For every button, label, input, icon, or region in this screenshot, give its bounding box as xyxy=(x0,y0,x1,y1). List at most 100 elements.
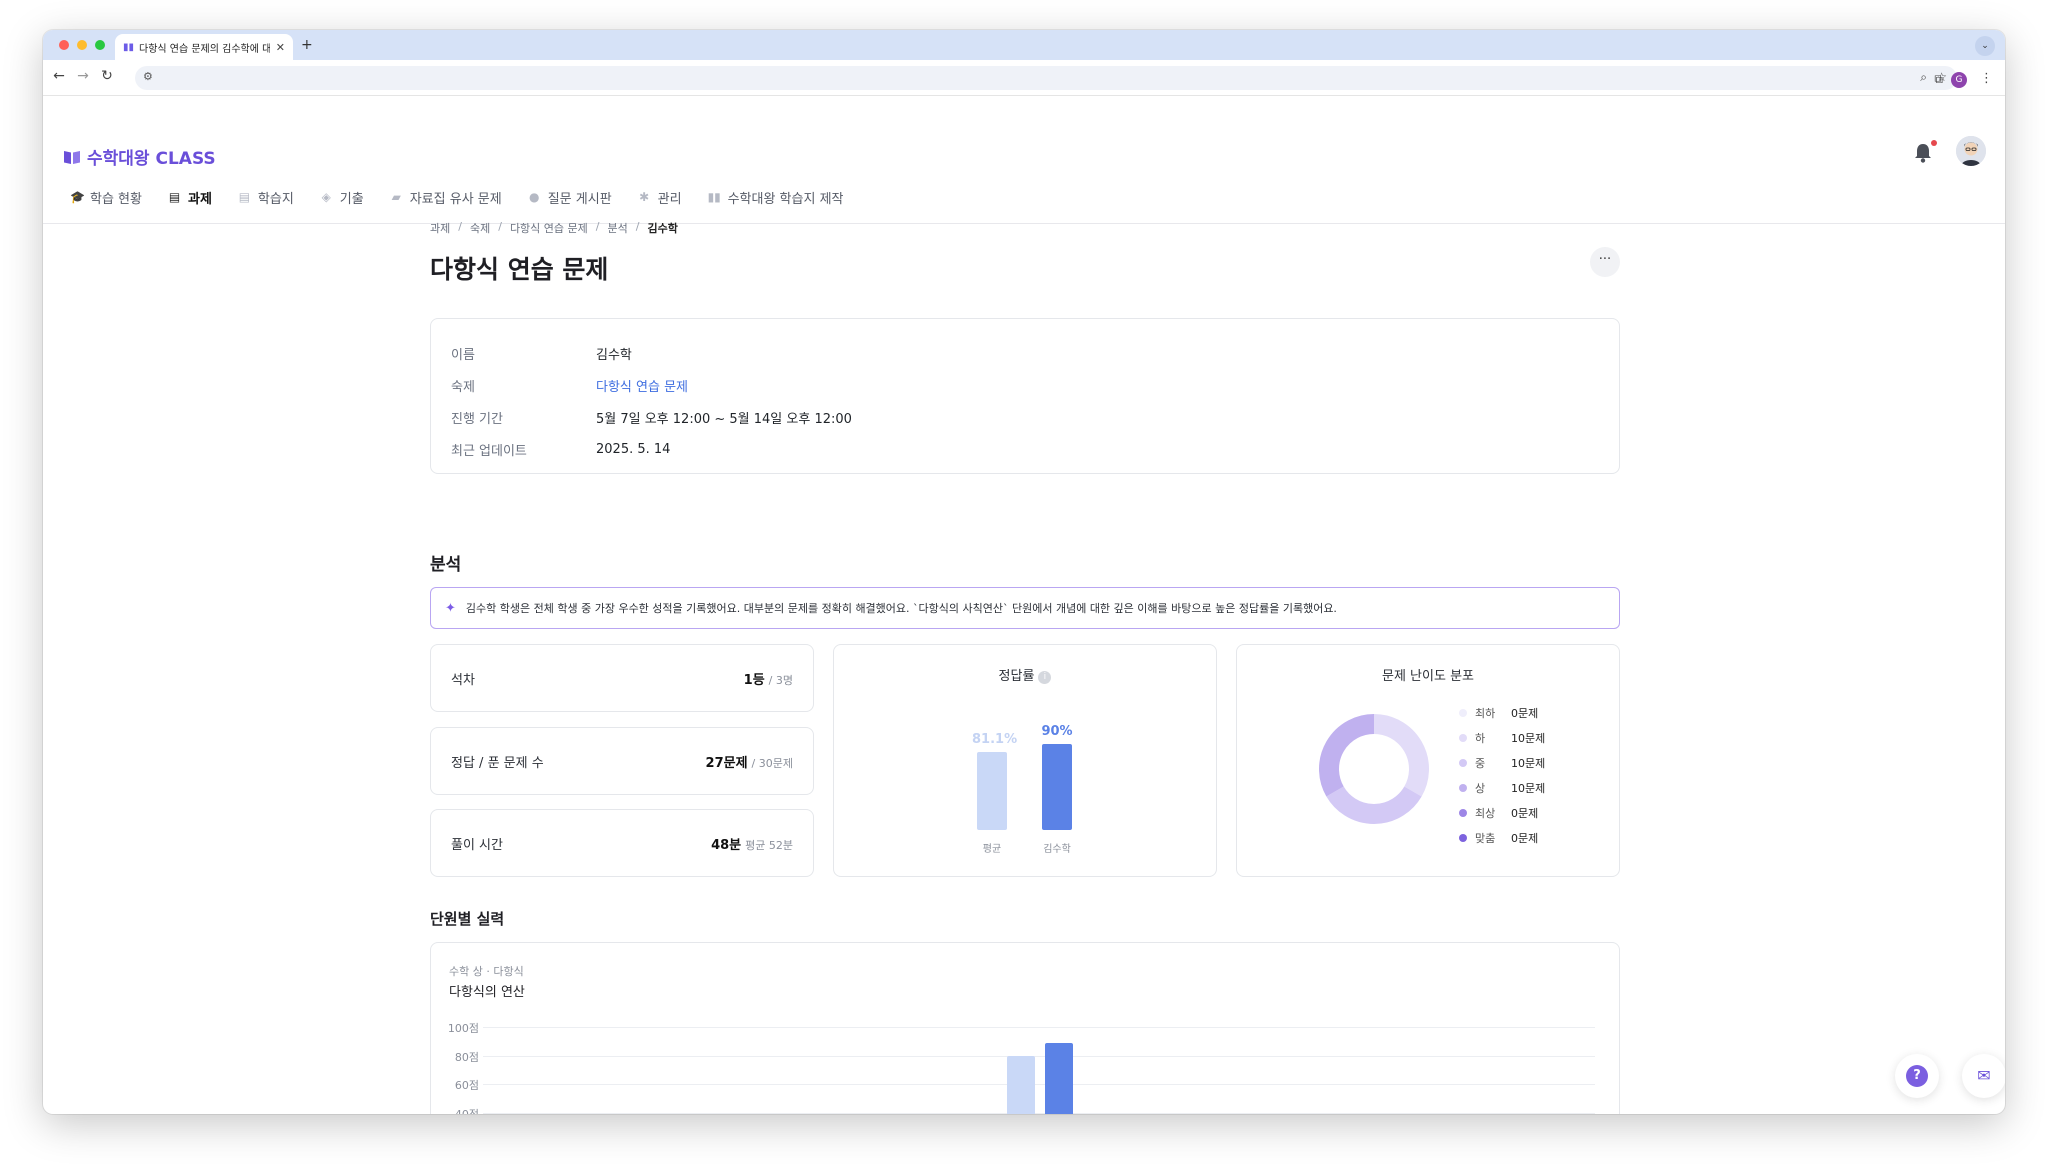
breadcrumb: 과제 / 숙제 / 다항식 연습 문제 / 분석 / 김수학 xyxy=(430,220,1620,236)
nav-item-manage[interactable]: ✱ 관리 xyxy=(638,188,682,208)
nav-item-similar-problems[interactable]: ▰ 자료집 유사 문제 xyxy=(390,188,502,208)
analysis-title: 분석 xyxy=(430,555,462,575)
nav-item-worksheets[interactable]: ▤ 학습지 xyxy=(238,188,294,208)
info-key: 숙제 xyxy=(451,379,475,395)
nav-item-assignments[interactable]: ▤ 과제 xyxy=(168,188,212,208)
browser-window: ▮▮ 다항식 연습 문제의 김수학에 대한 ✕ + ⌄ ← → ↻ ⚙ ⌕ ☆ … xyxy=(43,30,2005,1114)
main-content: 과제 / 숙제 / 다항식 연습 문제 / 분석 / 김수학 다항식 연습 문제… xyxy=(430,220,1620,1114)
nav-label: 관리 xyxy=(657,192,682,207)
rank-card: 석차 1등/ 3명 xyxy=(430,644,814,712)
breadcrumb-item[interactable]: 다항식 연습 문제 xyxy=(510,220,588,236)
info-row: 최근 업데이트 2025. 5. 14 xyxy=(451,433,1599,465)
maximize-window-button[interactable] xyxy=(95,40,105,50)
nav-label: 질문 게시판 xyxy=(547,192,612,207)
grid-line xyxy=(483,1112,1595,1114)
tab-strip: ▮▮ 다항식 연습 문제의 김수학에 대한 ✕ + ⌄ xyxy=(43,30,2005,60)
forward-icon[interactable]: → xyxy=(73,68,93,84)
profile-avatar[interactable]: G xyxy=(1951,72,1967,88)
sparkle-icon: ✦ xyxy=(445,600,456,616)
close-window-button[interactable] xyxy=(59,40,69,50)
breadcrumb-current: 김수학 xyxy=(647,222,678,235)
layers-icon: ◈ xyxy=(321,190,331,204)
breadcrumb-separator: / xyxy=(635,220,640,233)
info-value: 2025. 5. 14 xyxy=(596,441,671,457)
legend-item: 맞춤 0문제 xyxy=(1459,825,1545,850)
graduation-cap-icon: 🎓 xyxy=(70,190,85,204)
stat-sub: / 30문제 xyxy=(751,756,793,770)
grid-line xyxy=(483,1055,1595,1057)
legend-swatch xyxy=(1459,833,1467,842)
nav-label: 기출 xyxy=(339,192,364,207)
correct-count-card: 정답 / 푼 문제 수 27문제/ 30문제 xyxy=(430,727,814,795)
grid-line xyxy=(483,1027,1595,1028)
extensions-icon[interactable]: ⧉ xyxy=(1934,72,1943,87)
mail-icon: ✉ xyxy=(1977,1066,1991,1085)
unit-subtitle: 수학 상 · 다항식 xyxy=(449,965,524,978)
info-icon[interactable]: i xyxy=(1038,671,1052,684)
address-bar[interactable]: ⚙ ⌕ ☆ xyxy=(135,66,1957,90)
legend-value: 10문제 xyxy=(1511,731,1546,745)
worksheet-icon: ▤ xyxy=(238,190,251,204)
solve-time-card: 풀이 시간 48분 평균 52분 xyxy=(430,809,814,877)
legend-item: 상 10문제 xyxy=(1459,775,1545,800)
chart-title-text: 정답률 xyxy=(998,669,1035,684)
breadcrumb-item[interactable]: 숙제 xyxy=(470,220,490,236)
notification-badge xyxy=(1931,140,1937,146)
book-logo-icon xyxy=(64,150,80,164)
unit-score-bar xyxy=(1045,1042,1073,1114)
unit-score-bar xyxy=(1007,1055,1035,1114)
browser-tab[interactable]: ▮▮ 다항식 연습 문제의 김수학에 대한 ✕ xyxy=(115,34,293,60)
nav-label: 자료집 유사 문제 xyxy=(409,192,502,207)
stat-value: 48분 xyxy=(711,837,742,853)
nav-item-study-status[interactable]: 🎓 학습 현황 xyxy=(70,188,142,208)
user-avatar[interactable] xyxy=(1956,136,1986,166)
legend-swatch xyxy=(1459,808,1467,817)
legend-swatch xyxy=(1459,783,1467,792)
folder-icon: ▰ xyxy=(391,190,401,204)
nav-item-past-exams[interactable]: ◈ 기출 xyxy=(320,188,364,208)
chart-title: 정답률 i xyxy=(834,665,1216,684)
homework-link[interactable]: 다항식 연습 문제 xyxy=(596,376,688,395)
new-tab-button[interactable]: + xyxy=(301,37,313,53)
message-button[interactable]: ✉ xyxy=(1962,1054,2005,1098)
zoom-icon[interactable]: ⌕ xyxy=(1920,70,1927,85)
y-tick-label: 40점 xyxy=(454,1107,479,1115)
legend-value: 10문제 xyxy=(1511,781,1546,795)
info-row: 진행 기간 5월 7일 오후 12:00 ~ 5월 14일 오후 12:00 xyxy=(451,401,1599,433)
breadcrumb-item[interactable]: 분석 xyxy=(608,220,628,236)
browser-menu-icon[interactable]: ⋮ xyxy=(1980,71,1993,86)
document-icon: ▤ xyxy=(168,190,181,204)
bar-category-label: 평균 xyxy=(982,844,1002,855)
app-logo[interactable]: 수학대왕 CLASS xyxy=(63,144,216,169)
info-key: 진행 기간 xyxy=(451,411,503,427)
help-button[interactable]: ? xyxy=(1895,1054,1939,1098)
ai-insight-banner: ✦ 김수학 학생은 전체 학생 중 가장 우수한 성적을 기록했어요. 대부분의… xyxy=(430,587,1620,629)
y-tick-label: 100점 xyxy=(447,1022,479,1035)
stat-sub: 평균 52분 xyxy=(745,838,793,852)
legend-item: 최상 0문제 xyxy=(1459,800,1545,825)
legend-item: 중 10문제 xyxy=(1459,750,1545,775)
info-value: 5월 7일 오후 12:00 ~ 5월 14일 오후 12:00 xyxy=(596,411,852,427)
notification-bell-icon[interactable] xyxy=(1913,140,1937,166)
more-options-button[interactable]: ··· xyxy=(1590,247,1620,277)
tab-search-icon[interactable]: ⌄ xyxy=(1975,36,1995,56)
stat-value: 1등 xyxy=(743,672,765,688)
info-key: 최근 업데이트 xyxy=(451,443,527,459)
site-settings-icon[interactable]: ⚙ xyxy=(143,70,153,83)
insight-text: 김수학 학생은 전체 학생 중 가장 우수한 성적을 기록했어요. 대부분의 문… xyxy=(465,602,1337,615)
help-icon: ? xyxy=(1906,1065,1928,1087)
accuracy-bar xyxy=(1042,743,1072,830)
stat-sub: / 3명 xyxy=(768,673,793,687)
legend-label: 최상 xyxy=(1475,806,1496,820)
legend-value: 0문제 xyxy=(1511,831,1539,845)
reload-icon[interactable]: ↻ xyxy=(97,68,117,84)
difficulty-legend: 최하 0문제 하 10문제 중 10문제 상 10문제 최상 0문제 맞춤 0문제 xyxy=(1459,700,1545,850)
bar-value-label: 90% xyxy=(1041,723,1073,739)
nav-item-qna-board[interactable]: ● 질문 게시판 xyxy=(528,188,612,208)
back-icon[interactable]: ← xyxy=(49,68,69,84)
breadcrumb-item[interactable]: 과제 xyxy=(430,220,450,236)
legend-label: 상 xyxy=(1475,781,1486,795)
tab-close-icon[interactable]: ✕ xyxy=(276,41,285,54)
nav-item-worksheet-maker[interactable]: ▮▮ 수학대왕 학습지 제작 xyxy=(708,188,844,208)
minimize-window-button[interactable] xyxy=(77,40,87,50)
